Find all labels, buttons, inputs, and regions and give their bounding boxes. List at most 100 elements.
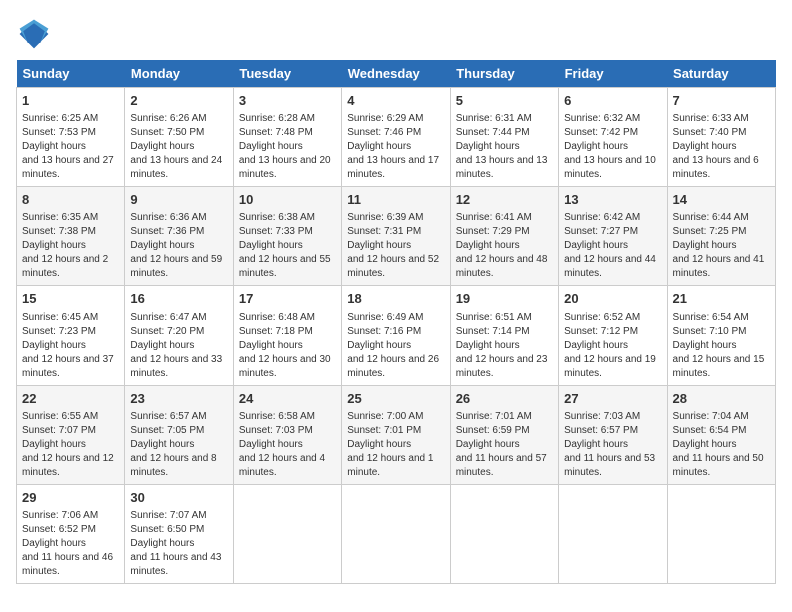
- day-info: Sunrise: 7:00 AMSunset: 7:01 PMDaylight …: [347, 410, 444, 480]
- day-number: 20: [564, 290, 661, 308]
- header: [16, 16, 776, 52]
- day-info: Sunrise: 7:07 AMSunset: 6:50 PMDaylight …: [130, 509, 227, 579]
- day-info: Sunrise: 6:44 AMSunset: 7:25 PMDaylight …: [673, 211, 770, 281]
- calendar-week-row: 15 Sunrise: 6:45 AMSunset: 7:23 PMDayligh…: [17, 286, 776, 385]
- calendar-cell: 3 Sunrise: 6:28 AMSunset: 7:48 PMDaylight…: [233, 88, 341, 187]
- calendar-cell: 1 Sunrise: 6:25 AMSunset: 7:53 PMDaylight…: [17, 88, 125, 187]
- calendar-week-row: 29 Sunrise: 7:06 AMSunset: 6:52 PMDayligh…: [17, 484, 776, 583]
- day-number: 22: [22, 390, 119, 408]
- day-info: Sunrise: 6:29 AMSunset: 7:46 PMDaylight …: [347, 112, 444, 182]
- calendar-cell: 6 Sunrise: 6:32 AMSunset: 7:42 PMDaylight…: [559, 88, 667, 187]
- day-info: Sunrise: 6:26 AMSunset: 7:50 PMDaylight …: [130, 112, 227, 182]
- day-info: Sunrise: 6:33 AMSunset: 7:40 PMDaylight …: [673, 112, 770, 182]
- calendar-week-row: 1 Sunrise: 6:25 AMSunset: 7:53 PMDaylight…: [17, 88, 776, 187]
- calendar-cell: 27 Sunrise: 7:03 AMSunset: 6:57 PMDayligh…: [559, 385, 667, 484]
- day-info: Sunrise: 6:28 AMSunset: 7:48 PMDaylight …: [239, 112, 336, 182]
- day-number: 1: [22, 92, 119, 110]
- day-info: Sunrise: 6:32 AMSunset: 7:42 PMDaylight …: [564, 112, 661, 182]
- day-number: 14: [673, 191, 770, 209]
- day-info: Sunrise: 6:38 AMSunset: 7:33 PMDaylight …: [239, 211, 336, 281]
- day-number: 19: [456, 290, 553, 308]
- calendar-cell: 8 Sunrise: 6:35 AMSunset: 7:38 PMDaylight…: [17, 187, 125, 286]
- day-number: 26: [456, 390, 553, 408]
- day-number: 10: [239, 191, 336, 209]
- calendar-cell: 26 Sunrise: 7:01 AMSunset: 6:59 PMDayligh…: [450, 385, 558, 484]
- day-info: Sunrise: 6:39 AMSunset: 7:31 PMDaylight …: [347, 211, 444, 281]
- calendar-cell: 12Sunrise: 6:41 AMSunset: 7:29 PMDayligh…: [450, 187, 558, 286]
- day-number: 25: [347, 390, 444, 408]
- day-info: Sunrise: 6:54 AMSunset: 7:10 PMDaylight …: [673, 311, 770, 381]
- calendar-cell: [342, 484, 450, 583]
- calendar-cell: 29 Sunrise: 7:06 AMSunset: 6:52 PMDayligh…: [17, 484, 125, 583]
- calendar-cell: 2 Sunrise: 6:26 AMSunset: 7:50 PMDaylight…: [125, 88, 233, 187]
- day-info: Sunrise: 6:25 AMSunset: 7:53 PMDaylight …: [22, 112, 119, 182]
- day-number: 15: [22, 290, 119, 308]
- day-number: 5: [456, 92, 553, 110]
- calendar-cell: [667, 484, 775, 583]
- day-number: 12: [456, 191, 553, 209]
- calendar-week-row: 22Sunrise: 6:55 AMSunset: 7:07 PMDayligh…: [17, 385, 776, 484]
- day-info: Sunrise: 6:58 AMSunset: 7:03 PMDaylight …: [239, 410, 336, 480]
- logo: [16, 16, 56, 52]
- day-number: 8: [22, 191, 119, 209]
- weekday-header: Saturday: [667, 60, 775, 88]
- day-number: 16: [130, 290, 227, 308]
- calendar-cell: 15 Sunrise: 6:45 AMSunset: 7:23 PMDayligh…: [17, 286, 125, 385]
- day-number: 28: [673, 390, 770, 408]
- day-info: Sunrise: 6:49 AMSunset: 7:16 PMDaylight …: [347, 311, 444, 381]
- calendar-cell: 14 Sunrise: 6:44 AMSunset: 7:25 PMDayligh…: [667, 187, 775, 286]
- day-number: 4: [347, 92, 444, 110]
- calendar-week-row: 8 Sunrise: 6:35 AMSunset: 7:38 PMDaylight…: [17, 187, 776, 286]
- calendar-cell: 7 Sunrise: 6:33 AMSunset: 7:40 PMDaylight…: [667, 88, 775, 187]
- day-info: Sunrise: 6:57 AMSunset: 7:05 PMDaylight …: [130, 410, 227, 480]
- calendar-cell: 4 Sunrise: 6:29 AMSunset: 7:46 PMDaylight…: [342, 88, 450, 187]
- day-info: Sunrise: 6:35 AMSunset: 7:38 PMDaylight …: [22, 211, 119, 281]
- day-number: 21: [673, 290, 770, 308]
- calendar-cell: 10 Sunrise: 6:38 AMSunset: 7:33 PMDayligh…: [233, 187, 341, 286]
- day-info: Sunrise: 7:06 AMSunset: 6:52 PMDaylight …: [22, 509, 119, 579]
- calendar-cell: 30 Sunrise: 7:07 AMSunset: 6:50 PMDayligh…: [125, 484, 233, 583]
- day-info: Sunrise: 6:36 AMSunset: 7:36 PMDaylight …: [130, 211, 227, 281]
- day-number: 2: [130, 92, 227, 110]
- day-number: 7: [673, 92, 770, 110]
- day-info: Sunrise: 6:48 AMSunset: 7:18 PMDaylight …: [239, 311, 336, 381]
- day-number: 3: [239, 92, 336, 110]
- calendar-cell: 25 Sunrise: 7:00 AMSunset: 7:01 PMDayligh…: [342, 385, 450, 484]
- day-info: Sunrise: 6:42 AMSunset: 7:27 PMDaylight …: [564, 211, 661, 281]
- calendar-table: SundayMondayTuesdayWednesdayThursdayFrid…: [16, 60, 776, 584]
- day-info: Sunrise: 6:45 AMSunset: 7:23 PMDaylight …: [22, 311, 119, 381]
- day-number: 11: [347, 191, 444, 209]
- calendar-cell: 13 Sunrise: 6:42 AMSunset: 7:27 PMDayligh…: [559, 187, 667, 286]
- day-number: 9: [130, 191, 227, 209]
- weekday-header: Friday: [559, 60, 667, 88]
- weekday-header: Sunday: [17, 60, 125, 88]
- day-number: 6: [564, 92, 661, 110]
- calendar-cell: 21 Sunrise: 6:54 AMSunset: 7:10 PMDayligh…: [667, 286, 775, 385]
- day-number: 29: [22, 489, 119, 507]
- day-number: 30: [130, 489, 227, 507]
- calendar-cell: 19 Sunrise: 6:51 AMSunset: 7:14 PMDayligh…: [450, 286, 558, 385]
- calendar-cell: [233, 484, 341, 583]
- day-info: Sunrise: 6:52 AMSunset: 7:12 PMDaylight …: [564, 311, 661, 381]
- calendar-cell: 16 Sunrise: 6:47 AMSunset: 7:20 PMDayligh…: [125, 286, 233, 385]
- calendar-cell: 11 Sunrise: 6:39 AMSunset: 7:31 PMDayligh…: [342, 187, 450, 286]
- calendar-cell: 5 Sunrise: 6:31 AMSunset: 7:44 PMDaylight…: [450, 88, 558, 187]
- weekday-header: Thursday: [450, 60, 558, 88]
- calendar-cell: 17 Sunrise: 6:48 AMSunset: 7:18 PMDayligh…: [233, 286, 341, 385]
- day-number: 17: [239, 290, 336, 308]
- calendar-cell: 20 Sunrise: 6:52 AMSunset: 7:12 PMDayligh…: [559, 286, 667, 385]
- day-number: 13: [564, 191, 661, 209]
- day-info: Sunrise: 7:01 AMSunset: 6:59 PMDaylight …: [456, 410, 553, 480]
- day-info: Sunrise: 6:31 AMSunset: 7:44 PMDaylight …: [456, 112, 553, 182]
- day-number: 27: [564, 390, 661, 408]
- calendar-cell: 23Sunrise: 6:57 AMSunset: 7:05 PMDayligh…: [125, 385, 233, 484]
- day-info: Sunrise: 6:47 AMSunset: 7:20 PMDaylight …: [130, 311, 227, 381]
- day-number: 24: [239, 390, 336, 408]
- day-info: Sunrise: 7:03 AMSunset: 6:57 PMDaylight …: [564, 410, 661, 480]
- day-number: 18: [347, 290, 444, 308]
- calendar-cell: 24 Sunrise: 6:58 AMSunset: 7:03 PMDayligh…: [233, 385, 341, 484]
- calendar-cell: 18 Sunrise: 6:49 AMSunset: 7:16 PMDayligh…: [342, 286, 450, 385]
- day-info: Sunrise: 6:51 AMSunset: 7:14 PMDaylight …: [456, 311, 553, 381]
- calendar-cell: 28Sunrise: 7:04 AMSunset: 6:54 PMDayligh…: [667, 385, 775, 484]
- weekday-header: Tuesday: [233, 60, 341, 88]
